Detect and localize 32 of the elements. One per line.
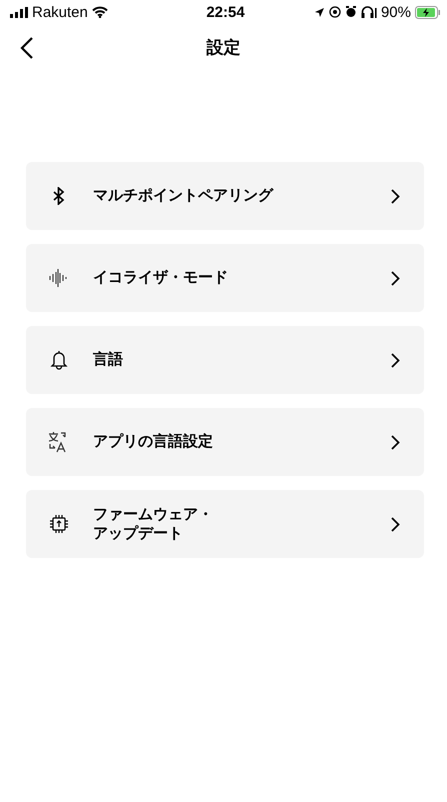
chevron-right-icon bbox=[391, 516, 400, 532]
alarm-icon bbox=[344, 6, 357, 18]
chevron-right-icon bbox=[391, 188, 400, 204]
wifi-icon bbox=[92, 6, 108, 18]
settings-item[interactable]: ファームウェア・ アップデート bbox=[26, 490, 424, 558]
back-button[interactable] bbox=[18, 35, 36, 61]
carrier-name: Rakuten bbox=[32, 4, 88, 20]
settings-item[interactable]: マルチポイントペアリング bbox=[26, 162, 424, 230]
chevron-right-icon bbox=[391, 434, 400, 450]
item-label: ファームウェア・ bbox=[93, 504, 213, 524]
battery-percent: 90% bbox=[380, 4, 411, 20]
bell-icon bbox=[50, 350, 68, 370]
location-arrow-icon bbox=[314, 6, 325, 18]
bluetooth-icon bbox=[52, 187, 64, 205]
item-label: アプリの言語設定 bbox=[93, 432, 213, 452]
settings-item[interactable]: イコライザ・モード bbox=[26, 244, 424, 312]
item-label: アップデート bbox=[93, 524, 183, 544]
battery-charging-icon bbox=[415, 6, 441, 18]
settings-item[interactable]: 言語 bbox=[26, 326, 424, 394]
chip-icon bbox=[48, 514, 68, 534]
sound-wave-icon bbox=[48, 269, 68, 287]
page-title: 設定 bbox=[206, 36, 240, 58]
chevron-right-icon bbox=[391, 352, 400, 368]
chevron-right-icon bbox=[391, 270, 400, 286]
signal-icon bbox=[10, 6, 28, 18]
item-label: 言語 bbox=[93, 350, 123, 370]
item-label: イコライザ・モード bbox=[93, 268, 228, 288]
item-label: マルチポイントペアリング bbox=[93, 186, 273, 206]
headphones-icon bbox=[360, 6, 377, 18]
clock-time: 22:54 bbox=[206, 4, 245, 20]
rotation-lock-icon bbox=[328, 6, 341, 18]
settings-item[interactable]: アプリの言語設定 bbox=[26, 408, 424, 476]
